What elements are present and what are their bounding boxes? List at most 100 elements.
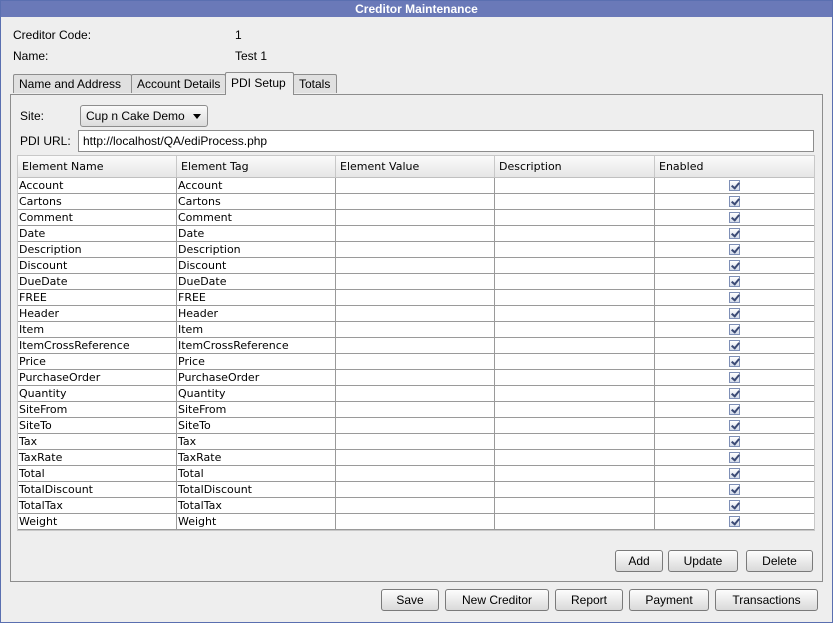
cell-element-name[interactable]: Account — [18, 178, 177, 193]
transactions-button[interactable]: Transactions — [715, 589, 818, 611]
cell-element-name[interactable]: TaxRate — [18, 450, 177, 465]
add-button[interactable]: Add — [615, 550, 663, 572]
cell-description[interactable] — [495, 306, 655, 321]
new-creditor-button[interactable]: New Creditor — [445, 589, 549, 611]
column-header-element-name[interactable]: Element Name — [18, 156, 177, 177]
cell-element-value[interactable] — [336, 354, 495, 369]
cell-element-tag[interactable]: DueDate — [177, 274, 336, 289]
table-row[interactable]: Description Description — [18, 242, 814, 258]
tab-name-and-address[interactable]: Name and Address — [13, 74, 132, 93]
cell-element-tag[interactable]: TotalDiscount — [177, 482, 336, 497]
cell-description[interactable] — [495, 226, 655, 241]
cell-element-value[interactable] — [336, 370, 495, 385]
table-row[interactable]: TaxRate TaxRate — [18, 450, 814, 466]
cell-description[interactable] — [495, 194, 655, 209]
enabled-checkbox[interactable] — [729, 388, 740, 399]
cell-description[interactable] — [495, 450, 655, 465]
enabled-checkbox[interactable] — [729, 436, 740, 447]
cell-description[interactable] — [495, 258, 655, 273]
enabled-checkbox[interactable] — [729, 468, 740, 479]
cell-element-value[interactable] — [336, 466, 495, 481]
cell-element-value[interactable] — [336, 386, 495, 401]
cell-element-value[interactable] — [336, 258, 495, 273]
cell-element-name[interactable]: FREE — [18, 290, 177, 305]
cell-element-name[interactable]: Comment — [18, 210, 177, 225]
cell-element-name[interactable]: Price — [18, 354, 177, 369]
table-row[interactable]: Weight Weight — [18, 514, 814, 530]
cell-description[interactable] — [495, 274, 655, 289]
cell-description[interactable] — [495, 290, 655, 305]
cell-element-name[interactable]: Cartons — [18, 194, 177, 209]
table-row[interactable]: TotalTax TotalTax — [18, 498, 814, 514]
cell-element-tag[interactable]: Cartons — [177, 194, 336, 209]
pdi-url-input[interactable]: http://localhost/QA/ediProcess.php — [78, 130, 814, 152]
cell-element-value[interactable] — [336, 450, 495, 465]
cell-element-value[interactable] — [336, 306, 495, 321]
cell-element-name[interactable]: SiteFrom — [18, 402, 177, 417]
cell-description[interactable] — [495, 482, 655, 497]
cell-element-name[interactable]: Tax — [18, 434, 177, 449]
cell-element-tag[interactable]: FREE — [177, 290, 336, 305]
cell-element-name[interactable]: PurchaseOrder — [18, 370, 177, 385]
cell-element-tag[interactable]: Tax — [177, 434, 336, 449]
cell-element-name[interactable]: ItemCrossReference — [18, 338, 177, 353]
cell-element-value[interactable] — [336, 242, 495, 257]
enabled-checkbox[interactable] — [729, 292, 740, 303]
cell-description[interactable] — [495, 514, 655, 529]
cell-description[interactable] — [495, 498, 655, 513]
table-row[interactable]: Account Account — [18, 178, 814, 194]
enabled-checkbox[interactable] — [729, 228, 740, 239]
cell-element-value[interactable] — [336, 514, 495, 529]
cell-element-value[interactable] — [336, 338, 495, 353]
cell-element-tag[interactable]: Quantity — [177, 386, 336, 401]
cell-description[interactable] — [495, 354, 655, 369]
enabled-checkbox[interactable] — [729, 372, 740, 383]
table-row[interactable]: TotalDiscount TotalDiscount — [18, 482, 814, 498]
cell-element-name[interactable]: Discount — [18, 258, 177, 273]
enabled-checkbox[interactable] — [729, 500, 740, 511]
cell-element-tag[interactable]: PurchaseOrder — [177, 370, 336, 385]
enabled-checkbox[interactable] — [729, 180, 740, 191]
cell-element-name[interactable]: Total — [18, 466, 177, 481]
cell-element-value[interactable] — [336, 274, 495, 289]
table-row[interactable]: Item Item — [18, 322, 814, 338]
cell-element-value[interactable] — [336, 194, 495, 209]
column-header-enabled[interactable]: Enabled — [655, 156, 814, 177]
cell-element-value[interactable] — [336, 482, 495, 497]
enabled-checkbox[interactable] — [729, 260, 740, 271]
enabled-checkbox[interactable] — [729, 276, 740, 287]
table-row[interactable]: Comment Comment — [18, 210, 814, 226]
cell-description[interactable] — [495, 386, 655, 401]
cell-description[interactable] — [495, 242, 655, 257]
cell-description[interactable] — [495, 402, 655, 417]
cell-element-tag[interactable]: Account — [177, 178, 336, 193]
cell-element-name[interactable]: Date — [18, 226, 177, 241]
table-row[interactable]: SiteFrom SiteFrom — [18, 402, 814, 418]
table-row[interactable]: ItemCrossReference ItemCrossReference — [18, 338, 814, 354]
cell-element-value[interactable] — [336, 226, 495, 241]
cell-element-tag[interactable]: Comment — [177, 210, 336, 225]
cell-element-tag[interactable]: Description — [177, 242, 336, 257]
enabled-checkbox[interactable] — [729, 196, 740, 207]
cell-element-tag[interactable]: Price — [177, 354, 336, 369]
delete-button[interactable]: Delete — [746, 550, 813, 572]
table-row[interactable]: SiteTo SiteTo — [18, 418, 814, 434]
cell-element-name[interactable]: TotalDiscount — [18, 482, 177, 497]
table-row[interactable]: Price Price — [18, 354, 814, 370]
cell-element-value[interactable] — [336, 402, 495, 417]
table-row[interactable]: Tax Tax — [18, 434, 814, 450]
cell-element-tag[interactable]: Header — [177, 306, 336, 321]
tab-pdi-setup[interactable]: PDI Setup — [225, 72, 294, 95]
cell-element-name[interactable]: Weight — [18, 514, 177, 529]
cell-element-value[interactable] — [336, 418, 495, 433]
cell-description[interactable] — [495, 178, 655, 193]
cell-element-tag[interactable]: SiteFrom — [177, 402, 336, 417]
table-row[interactable]: PurchaseOrder PurchaseOrder — [18, 370, 814, 386]
enabled-checkbox[interactable] — [729, 420, 740, 431]
cell-description[interactable] — [495, 434, 655, 449]
table-row[interactable]: DueDate DueDate — [18, 274, 814, 290]
tab-account-details[interactable]: Account Details — [131, 74, 226, 93]
tab-totals[interactable]: Totals — [293, 74, 337, 93]
column-header-description[interactable]: Description — [495, 156, 655, 177]
enabled-checkbox[interactable] — [729, 324, 740, 335]
